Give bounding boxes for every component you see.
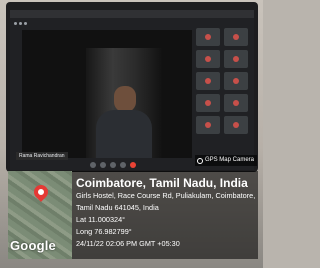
city-title: Coimbatore, Tamil Nadu, India <box>76 176 248 190</box>
avatar-icon <box>205 34 211 40</box>
avatar-icon <box>233 34 239 40</box>
more-options-icon[interactable] <box>120 162 126 168</box>
participant-tile[interactable] <box>196 94 220 112</box>
avatar-icon <box>233 122 239 128</box>
participant-tile[interactable] <box>196 72 220 90</box>
end-call-icon[interactable] <box>130 162 136 168</box>
address-line-1: Girls Hostel, Race Course Rd, Puliakulam… <box>76 191 256 200</box>
participant-tile[interactable] <box>224 50 248 68</box>
address-line-2: Tamil Nadu 641045, India <box>76 203 159 212</box>
gps-map-camera-badge: GPS Map Camera <box>194 155 257 166</box>
participant-tile[interactable] <box>196 28 220 46</box>
participant-tile[interactable] <box>196 116 220 134</box>
avatar-icon <box>233 100 239 106</box>
participant-head <box>114 86 136 112</box>
main-participant-tile[interactable] <box>22 30 192 158</box>
map-pin-icon <box>31 182 51 202</box>
gps-camera-icon <box>196 157 203 164</box>
longitude: Long 76.982799° <box>76 227 132 236</box>
avatar-icon <box>233 78 239 84</box>
participant-video <box>86 48 162 158</box>
participant-tile[interactable] <box>224 72 248 90</box>
avatar-icon <box>205 56 211 62</box>
mic-icon[interactable] <box>90 162 96 168</box>
present-icon[interactable] <box>110 162 116 168</box>
location-info: Coimbatore, Tamil Nadu, India Girls Host… <box>76 176 256 250</box>
camera-icon[interactable] <box>100 162 106 168</box>
browser-top-bar <box>10 10 254 25</box>
avatar-icon <box>205 78 211 84</box>
participant-name-tag: Rama Ravichandran <box>16 152 68 160</box>
video-call-screen: Rama Ravichandran <box>10 10 254 170</box>
window-controls[interactable] <box>14 12 54 25</box>
participant-body <box>96 110 152 158</box>
avatar-icon <box>205 122 211 128</box>
gps-badge-label: GPS Map Camera <box>204 157 254 163</box>
participant-tile[interactable] <box>224 28 248 46</box>
avatar-icon <box>233 56 239 62</box>
timestamp: 24/11/22 02:06 PM GMT +05:30 <box>76 239 180 248</box>
avatar-icon <box>205 100 211 106</box>
participant-tile[interactable] <box>224 94 248 112</box>
photo-background: Rama Ravichandran GPS Map Camera Google … <box>0 0 263 268</box>
latitude: Lat 11.000324° <box>76 215 126 224</box>
participant-tile[interactable] <box>224 116 248 134</box>
participant-grid <box>196 28 250 160</box>
participant-tile[interactable] <box>196 50 220 68</box>
google-logo: Google <box>10 238 56 253</box>
